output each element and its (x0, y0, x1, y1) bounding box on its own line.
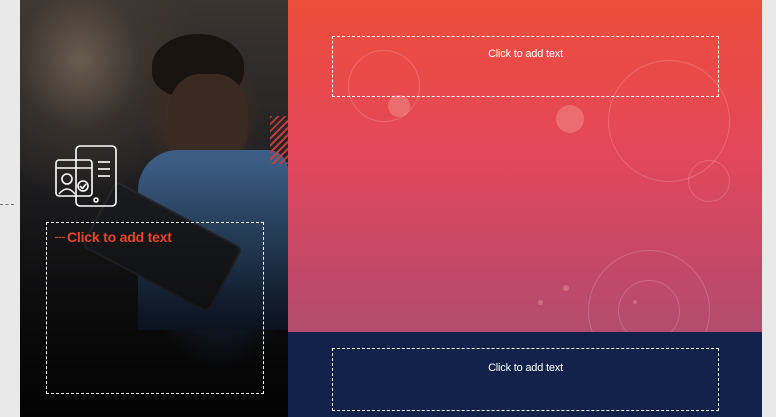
hatch-pattern (270, 116, 288, 164)
footer-placeholder[interactable]: Click to add text (332, 348, 719, 411)
body-placeholder[interactable]: Click to add text (46, 222, 264, 394)
slide-edge-guide (0, 204, 14, 205)
tablet-id-card-icon (55, 145, 117, 207)
body-placeholder-text: Click to add text (67, 229, 172, 245)
title-placeholder-text: Click to add text (488, 48, 563, 60)
placeholder-dash (55, 237, 65, 238)
footer-placeholder-text: Click to add text (488, 362, 563, 374)
slide-canvas[interactable]: Click to add text Click to add text Clic… (20, 0, 762, 417)
title-placeholder[interactable]: Click to add text (332, 36, 719, 97)
